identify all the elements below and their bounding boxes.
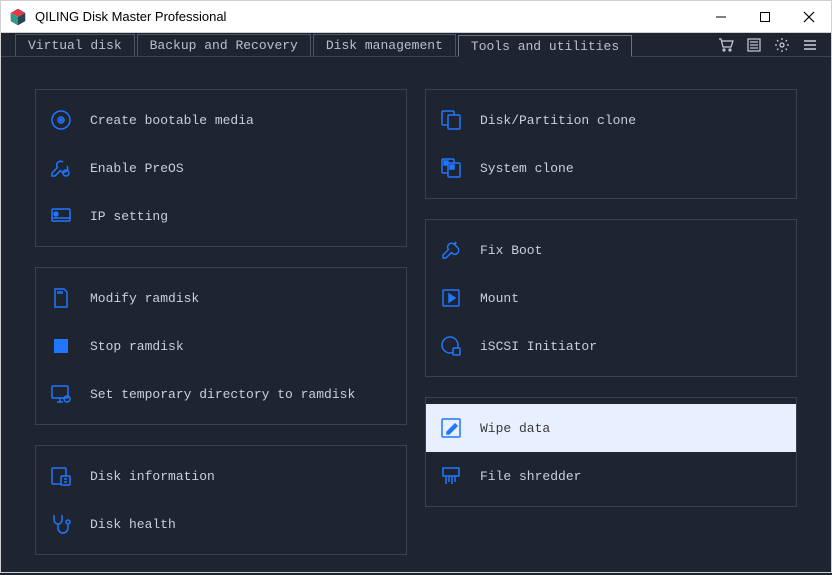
tool-ip-setting[interactable]: IP setting	[36, 192, 406, 240]
tool-label: Stop ramdisk	[90, 339, 184, 354]
window-controls	[699, 1, 831, 33]
panel-ramdisk-group: Modify ramdisk Stop ramdisk Set temporar…	[35, 267, 407, 425]
app-logo-icon	[9, 8, 27, 26]
tool-label: Disk health	[90, 517, 176, 532]
tool-fix-boot[interactable]: Fix Boot	[426, 226, 796, 274]
tool-enable-preos[interactable]: Enable PreOS	[36, 144, 406, 192]
clone-icon	[438, 107, 464, 133]
content-area: Create bootable media Enable PreOS IP se…	[1, 57, 831, 575]
disc-icon	[48, 107, 74, 133]
tool-disk-information[interactable]: Disk information	[36, 452, 406, 500]
tool-mount[interactable]: Mount	[426, 274, 796, 322]
tool-create-bootable-media[interactable]: Create bootable media	[36, 96, 406, 144]
stethoscope-icon	[48, 511, 74, 537]
tool-label: File shredder	[480, 469, 581, 484]
tab-disk-management[interactable]: Disk management	[313, 34, 456, 56]
tool-system-clone[interactable]: System clone	[426, 144, 796, 192]
tab-tools-utilities[interactable]: Tools and utilities	[458, 35, 632, 57]
monitor-icon	[48, 203, 74, 229]
wrench-icon	[438, 237, 464, 263]
tool-file-shredder[interactable]: File shredder	[426, 452, 796, 500]
tool-label: iSCSI Initiator	[480, 339, 597, 354]
list-icon[interactable]	[745, 36, 763, 54]
cart-icon[interactable]	[717, 36, 735, 54]
drive-info-icon	[48, 463, 74, 489]
tool-label: IP setting	[90, 209, 168, 224]
left-column: Create bootable media Enable PreOS IP se…	[35, 89, 407, 555]
monitor-gear-icon	[48, 381, 74, 407]
tool-label: Create bootable media	[90, 113, 254, 128]
titlebar: QILING Disk Master Professional	[1, 1, 831, 33]
tool-label: Enable PreOS	[90, 161, 184, 176]
wrench-gear-icon	[48, 155, 74, 181]
gear-icon[interactable]	[773, 36, 791, 54]
tool-label: Mount	[480, 291, 519, 306]
panel-wipe-group: Wipe data File shredder	[425, 397, 797, 507]
tool-stop-ramdisk[interactable]: Stop ramdisk	[36, 322, 406, 370]
close-button[interactable]	[787, 1, 831, 33]
tool-partition-clone[interactable]: Disk/Partition clone	[426, 96, 796, 144]
panel-boot-group: Create bootable media Enable PreOS IP se…	[35, 89, 407, 247]
tool-iscsi-initiator[interactable]: iSCSI Initiator	[426, 322, 796, 370]
panel-clone-group: Disk/Partition clone System clone	[425, 89, 797, 199]
minimize-button[interactable]	[699, 1, 743, 33]
tool-wipe-data[interactable]: Wipe data	[426, 404, 796, 452]
shredder-icon	[438, 463, 464, 489]
play-icon	[438, 285, 464, 311]
tab-backup-recovery[interactable]: Backup and Recovery	[137, 34, 311, 56]
iscsi-icon	[438, 333, 464, 359]
toolbar-icons	[717, 33, 831, 56]
tool-label: Wipe data	[480, 421, 550, 436]
tool-label: Modify ramdisk	[90, 291, 199, 306]
tool-label: System clone	[480, 161, 574, 176]
stop-icon	[48, 333, 74, 359]
menu-icon[interactable]	[801, 36, 819, 54]
edit-icon	[438, 415, 464, 441]
tool-disk-health[interactable]: Disk health	[36, 500, 406, 548]
tool-modify-ramdisk[interactable]: Modify ramdisk	[36, 274, 406, 322]
system-clone-icon	[438, 155, 464, 181]
maximize-button[interactable]	[743, 1, 787, 33]
tabbar: Virtual disk Backup and Recovery Disk ma…	[1, 33, 831, 57]
sdcard-icon	[48, 285, 74, 311]
tool-label: Set temporary directory to ramdisk	[90, 387, 355, 402]
window-title: QILING Disk Master Professional	[35, 9, 699, 24]
right-column: Disk/Partition clone System clone Fix Bo…	[425, 89, 797, 555]
tool-label: Fix Boot	[480, 243, 542, 258]
panel-disk-info-group: Disk information Disk health	[35, 445, 407, 555]
tool-label: Disk/Partition clone	[480, 113, 636, 128]
panel-mount-group: Fix Boot Mount iSCSI Initiator	[425, 219, 797, 377]
tool-set-temp-dir[interactable]: Set temporary directory to ramdisk	[36, 370, 406, 418]
tab-virtual-disk[interactable]: Virtual disk	[15, 34, 135, 56]
tool-label: Disk information	[90, 469, 215, 484]
